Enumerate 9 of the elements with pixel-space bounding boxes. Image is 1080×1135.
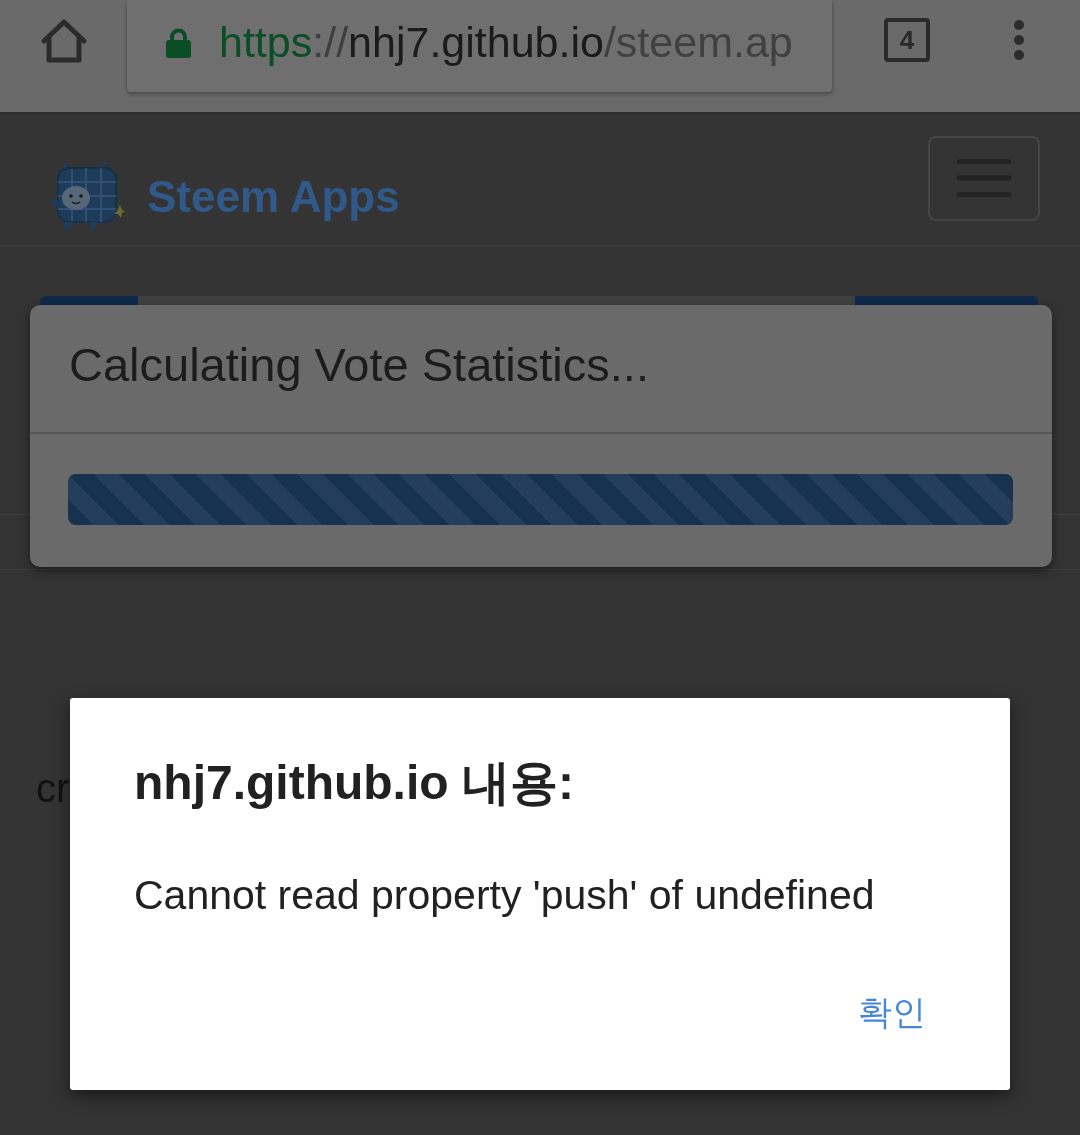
- modal-title: Calculating Vote Statistics...: [69, 337, 650, 393]
- more-menu-icon[interactable]: [1012, 20, 1026, 60]
- tab-switcher-button[interactable]: 4: [884, 18, 930, 62]
- dialog-message: Cannot read property 'push' of undefined: [134, 871, 876, 920]
- menu-button[interactable]: [928, 136, 1040, 221]
- dialog-title: nhj7.github.io 내용:: [134, 755, 575, 811]
- brand-title[interactable]: Steem Apps: [147, 172, 400, 222]
- confirm-button[interactable]: 확인: [846, 986, 938, 1039]
- home-icon[interactable]: [40, 19, 88, 63]
